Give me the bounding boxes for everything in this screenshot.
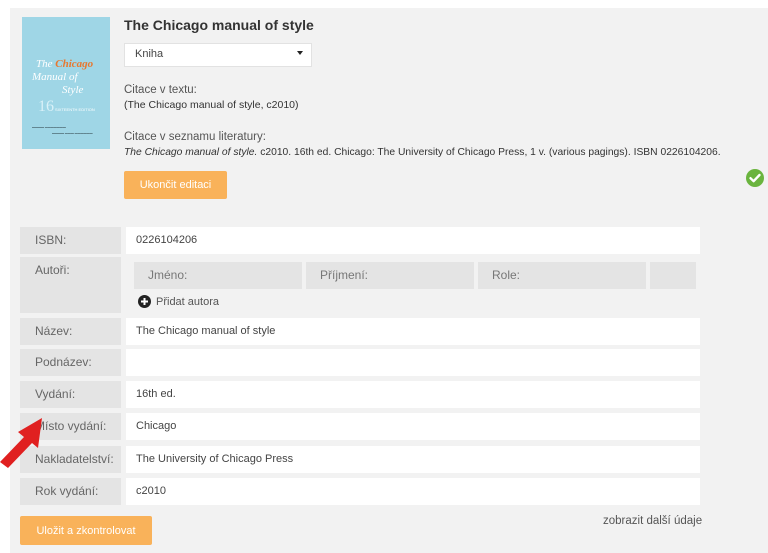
cover-text: Style: [62, 84, 84, 96]
in-text-citation-value: (The Chicago manual of style, c2010): [124, 99, 299, 111]
cover-edition-numeral: 16: [38, 98, 54, 115]
subtitle-field[interactable]: [126, 349, 700, 376]
save-and-check-button[interactable]: Uložit a zkontrolovat: [20, 516, 152, 545]
title-label: Název:: [20, 318, 121, 345]
bibliography-rest: c2010. 16th ed. Chicago: The University …: [257, 147, 721, 158]
subtitle-label: Podnázev:: [20, 349, 121, 376]
source-type-value: Kniha: [135, 48, 164, 60]
cover-small-text: ▬▬▬▬ ▬▬▬▬▬▬▬: [32, 125, 66, 129]
cover-small-text: ▬▬▬▬ ▬▬▬ ▬▬▬▬▬▬: [52, 131, 93, 135]
authors-table: Jméno: Příjmení: Role: Přidat autora: [126, 257, 700, 313]
book-title: The Chicago manual of style: [124, 17, 314, 33]
author-role-field[interactable]: Role:: [478, 262, 646, 289]
book-cover-image: The Chicago Manual of Style 16 SIXTEENTH…: [22, 17, 110, 149]
add-author-label: Přidat autora: [156, 295, 219, 308]
in-text-citation-label: Citace v textu:: [124, 84, 197, 96]
isbn-label: ISBN:: [20, 227, 121, 254]
author-last-name-field[interactable]: Příjmení:: [306, 262, 474, 289]
chevron-down-icon: [297, 51, 303, 55]
edition-label: Vydání:: [20, 381, 121, 408]
year-field[interactable]: c2010: [126, 478, 700, 505]
red-arrow-annotation: [0, 418, 42, 468]
year-label: Rok vydání:: [20, 478, 121, 505]
place-field[interactable]: Chicago: [126, 413, 700, 440]
authors-label: Autoři:: [20, 257, 121, 313]
bibliography-citation-label: Citace v seznamu literatury:: [124, 131, 266, 143]
cover-text: Chicago: [55, 58, 94, 70]
check-circle-icon: [746, 169, 764, 187]
cover-edition-text: SIXTEENTH EDITION: [55, 107, 95, 112]
add-author-button[interactable]: Přidat autora: [138, 295, 219, 308]
cover-text: Manual of: [32, 71, 78, 83]
bibliography-citation-value: The Chicago manual of style. c2010. 16th…: [124, 147, 721, 158]
show-more-details-link[interactable]: zobrazit další údaje: [603, 515, 702, 527]
publisher-field[interactable]: The University of Chicago Press: [126, 446, 700, 473]
isbn-field[interactable]: 0226104206: [126, 227, 700, 254]
edition-field[interactable]: 16th ed.: [126, 381, 700, 408]
source-type-select[interactable]: Kniha: [124, 43, 312, 67]
cover-text: The: [36, 58, 56, 70]
plus-circle-icon: [138, 295, 151, 308]
finish-edit-button[interactable]: Ukončit editaci: [124, 171, 227, 199]
author-action-cell: [650, 262, 696, 289]
bibliography-title: The Chicago manual of style.: [124, 147, 258, 158]
title-field[interactable]: The Chicago manual of style: [126, 318, 700, 345]
author-first-name-field[interactable]: Jméno:: [134, 262, 302, 289]
